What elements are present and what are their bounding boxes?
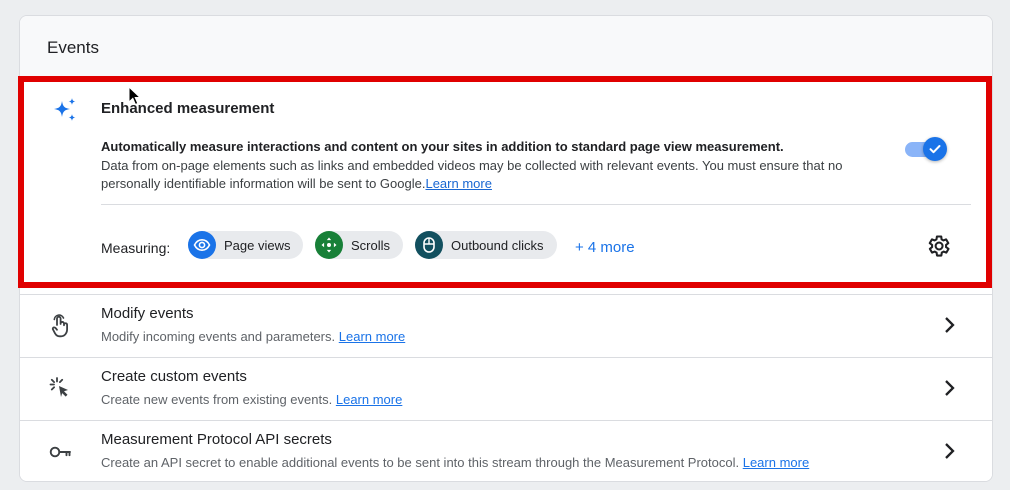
enhanced-measurement-panel: Enhanced measurement Automatically measu…	[18, 76, 992, 288]
chip-label: Scrolls	[351, 237, 391, 253]
row-subtitle: Modify incoming events and parameters. L…	[101, 329, 406, 344]
key-icon	[49, 446, 71, 458]
click-sparkle-icon	[49, 377, 68, 397]
eye-icon	[188, 231, 216, 259]
gear-icon[interactable]	[925, 233, 951, 259]
enhanced-measurement-toggle[interactable]	[903, 137, 947, 161]
chevron-right-icon	[945, 380, 955, 396]
row-title: Create custom events	[101, 368, 247, 385]
measuring-label: Measuring:	[101, 240, 171, 256]
learn-more-link[interactable]: Learn more	[339, 329, 405, 344]
chevron-right-icon	[945, 443, 955, 459]
check-icon	[929, 145, 941, 154]
learn-more-link[interactable]: Learn more	[743, 455, 809, 470]
chip-label: Outbound clicks	[451, 237, 544, 253]
touch-hand-icon	[51, 314, 68, 338]
learn-more-link[interactable]: Learn more	[336, 392, 402, 407]
chip-page-views[interactable]: Page views	[188, 231, 304, 259]
enhanced-measurement-description: Automatically measure interactions and c…	[101, 139, 784, 154]
learn-more-link[interactable]: Learn more	[425, 176, 491, 191]
mouse-pointer-icon	[128, 86, 142, 106]
events-card-header: Events	[20, 16, 992, 81]
divider	[101, 204, 971, 205]
scroll-arrows-icon	[315, 231, 343, 259]
enhanced-measurement-details: Data from on-page elements such as links…	[101, 158, 843, 191]
toggle-thumb	[923, 137, 947, 161]
mouse-icon	[415, 231, 443, 259]
row-measurement-protocol[interactable]: Measurement Protocol API secrets Create …	[20, 420, 992, 481]
chip-label: Page views	[224, 237, 291, 253]
row-create-custom-events[interactable]: Create custom events Create new events f…	[20, 357, 992, 421]
row-title: Modify events	[101, 305, 194, 322]
more-measurements-link[interactable]: + 4 more	[575, 239, 635, 256]
row-subtitle: Create new events from existing events. …	[101, 392, 403, 407]
row-modify-events[interactable]: Modify events Modify incoming events and…	[20, 294, 992, 358]
chip-scrolls[interactable]: Scrolls	[315, 231, 404, 259]
chevron-right-icon	[945, 317, 955, 333]
row-subtitle: Create an API secret to enable additiona…	[101, 455, 810, 470]
enhanced-measurement-title: Enhanced measurement	[101, 100, 275, 117]
events-title: Events	[47, 38, 99, 57]
sparkle-icon	[54, 98, 76, 121]
chip-outbound-clicks[interactable]: Outbound clicks	[415, 231, 557, 259]
row-title: Measurement Protocol API secrets	[101, 431, 332, 448]
